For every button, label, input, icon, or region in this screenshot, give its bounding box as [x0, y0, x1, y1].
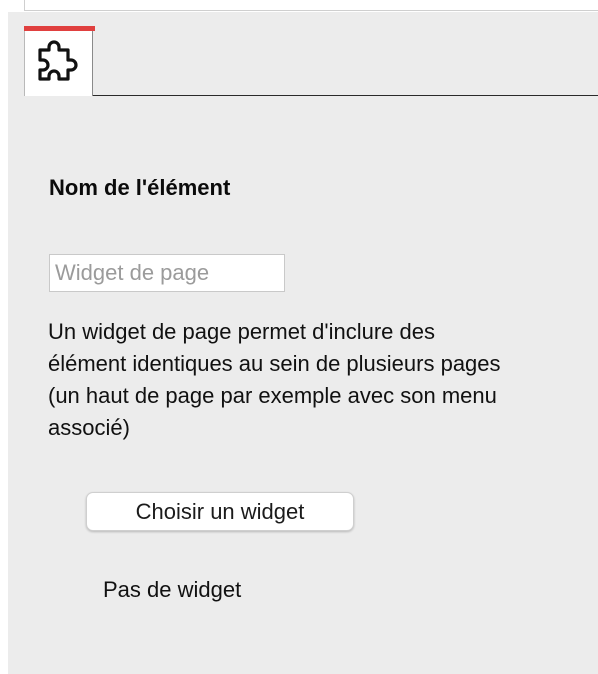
- tab-widget[interactable]: [24, 26, 95, 96]
- tabbar-divider: [93, 95, 598, 96]
- top-field[interactable]: [24, 0, 598, 11]
- puzzle-icon: [38, 40, 78, 81]
- element-name-input[interactable]: [49, 254, 285, 292]
- description-line: élément identiques au sein de plusieurs …: [48, 351, 501, 376]
- choose-widget-button[interactable]: Choisir un widget: [86, 492, 354, 531]
- element-name-label: Nom de l'élément: [49, 175, 231, 200]
- description-line: (un haut de page par exemple avec son me…: [48, 383, 497, 408]
- description-line: Un widget de page permet d'inclure des: [48, 319, 435, 344]
- widget-description: Un widget de page permet d'inclure des é…: [48, 316, 598, 444]
- tab-active-indicator: [24, 26, 95, 31]
- widget-status-text: Pas de widget: [103, 577, 242, 602]
- description-line: associé): [48, 415, 130, 440]
